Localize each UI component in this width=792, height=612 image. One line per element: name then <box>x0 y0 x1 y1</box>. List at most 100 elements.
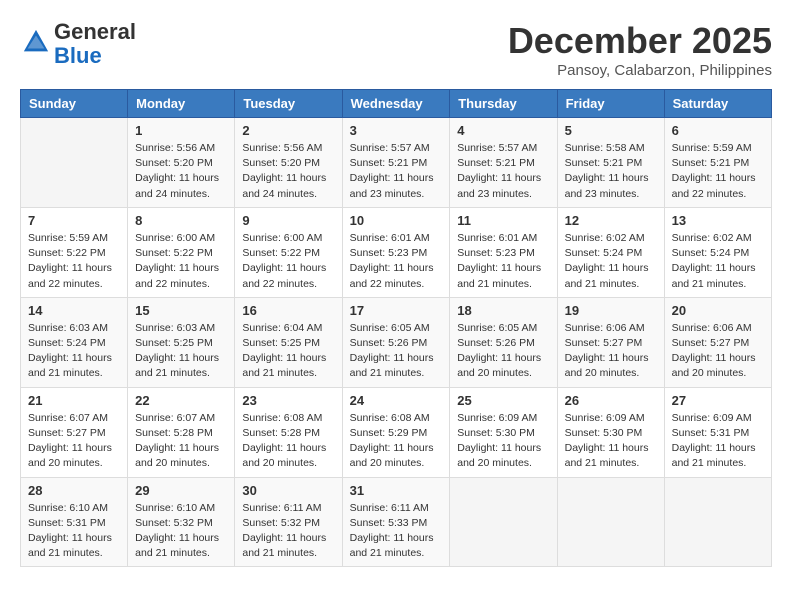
calendar-cell: 2Sunrise: 5:56 AMSunset: 5:20 PMDaylight… <box>235 118 342 208</box>
day-info: Sunrise: 6:06 AMSunset: 5:27 PMDaylight:… <box>672 321 764 382</box>
logo-icon <box>22 28 50 56</box>
calendar-cell: 3 Sunrise: 5:57 AMSunset: 5:21 PMDaylight… <box>342 118 450 208</box>
day-info: Sunrise: 6:11 AMSunset: 5:33 PMDaylight:… <box>350 501 443 562</box>
location-subtitle: Pansoy, Calabarzon, Philippines <box>508 62 772 79</box>
day-info: Sunrise: 6:04 AMSunset: 5:25 PMDaylight:… <box>242 321 334 382</box>
day-number: 25 <box>457 393 549 408</box>
day-info: Sunrise: 6:10 AMSunset: 5:32 PMDaylight:… <box>135 501 227 562</box>
calendar-cell <box>21 118 128 208</box>
day-number: 22 <box>135 393 227 408</box>
calendar-cell: 8Sunrise: 6:00 AMSunset: 5:22 PMDaylight… <box>128 207 235 297</box>
calendar-cell: 5Sunrise: 5:58 AMSunset: 5:21 PMDaylight… <box>557 118 664 208</box>
calendar-table: SundayMondayTuesdayWednesdayThursdayFrid… <box>20 89 772 567</box>
day-info: Sunrise: 5:56 AMSunset: 5:20 PMDaylight:… <box>135 141 227 202</box>
calendar-cell: 26Sunrise: 6:09 AMSunset: 5:30 PMDayligh… <box>557 387 664 477</box>
day-number: 17 <box>350 303 443 318</box>
calendar-cell: 14Sunrise: 6:03 AMSunset: 5:24 PMDayligh… <box>21 297 128 387</box>
day-info: Sunrise: 6:06 AMSunset: 5:27 PMDaylight:… <box>565 321 657 382</box>
calendar-week-row: 21 Sunrise: 6:07 AMSunset: 5:27 PMDayligh… <box>21 387 772 477</box>
calendar-cell: 23 Sunrise: 6:08 AMSunset: 5:28 PMDayligh… <box>235 387 342 477</box>
day-of-week-header: Wednesday <box>342 90 450 118</box>
calendar-week-row: 28 Sunrise: 6:10 AMSunset: 5:31 PMDayligh… <box>21 477 772 567</box>
day-number: 1 <box>135 123 227 138</box>
day-number: 10 <box>350 213 443 228</box>
day-number: 29 <box>135 483 227 498</box>
day-info: Sunrise: 6:00 AMSunset: 5:22 PMDaylight:… <box>135 231 227 292</box>
day-info: Sunrise: 6:08 AMSunset: 5:28 PMDaylight:… <box>242 411 334 472</box>
day-info: Sunrise: 6:01 AMSunset: 5:23 PMDaylight:… <box>350 231 443 292</box>
calendar-cell: 11 Sunrise: 6:01 AMSunset: 5:23 PMDayligh… <box>450 207 557 297</box>
day-info: Sunrise: 5:57 AMSunset: 5:21 PMDaylight:… <box>457 141 549 202</box>
calendar-cell <box>664 477 771 567</box>
calendar-week-row: 1 Sunrise: 5:56 AMSunset: 5:20 PMDaylight… <box>21 118 772 208</box>
title-block: December 2025 Pansoy, Calabarzon, Philip… <box>508 20 772 79</box>
day-info: Sunrise: 6:07 AMSunset: 5:28 PMDaylight:… <box>135 411 227 472</box>
day-info: Sunrise: 5:56 AMSunset: 5:20 PMDaylight:… <box>242 141 334 202</box>
day-number: 6 <box>672 123 764 138</box>
day-info: Sunrise: 6:09 AMSunset: 5:30 PMDaylight:… <box>457 411 549 472</box>
calendar-cell: 18 Sunrise: 6:05 AMSunset: 5:26 PMDayligh… <box>450 297 557 387</box>
day-number: 27 <box>672 393 764 408</box>
day-info: Sunrise: 5:57 AMSunset: 5:21 PMDaylight:… <box>350 141 443 202</box>
calendar-cell: 30 Sunrise: 6:11 AMSunset: 5:32 PMDayligh… <box>235 477 342 567</box>
calendar-cell: 19Sunrise: 6:06 AMSunset: 5:27 PMDayligh… <box>557 297 664 387</box>
calendar-cell <box>450 477 557 567</box>
day-info: Sunrise: 6:08 AMSunset: 5:29 PMDaylight:… <box>350 411 443 472</box>
day-of-week-header: Tuesday <box>235 90 342 118</box>
calendar-cell: 20Sunrise: 6:06 AMSunset: 5:27 PMDayligh… <box>664 297 771 387</box>
calendar-cell: 31 Sunrise: 6:11 AMSunset: 5:33 PMDayligh… <box>342 477 450 567</box>
calendar-cell: 9 Sunrise: 6:00 AMSunset: 5:22 PMDaylight… <box>235 207 342 297</box>
day-info: Sunrise: 6:11 AMSunset: 5:32 PMDaylight:… <box>242 501 334 562</box>
calendar-cell: 13Sunrise: 6:02 AMSunset: 5:24 PMDayligh… <box>664 207 771 297</box>
day-of-week-header: Monday <box>128 90 235 118</box>
day-number: 3 <box>350 123 443 138</box>
calendar-cell: 22 Sunrise: 6:07 AMSunset: 5:28 PMDayligh… <box>128 387 235 477</box>
calendar-cell: 1 Sunrise: 5:56 AMSunset: 5:20 PMDaylight… <box>128 118 235 208</box>
day-number: 5 <box>565 123 657 138</box>
day-info: Sunrise: 5:59 AMSunset: 5:22 PMDaylight:… <box>28 231 120 292</box>
calendar-cell: 10 Sunrise: 6:01 AMSunset: 5:23 PMDayligh… <box>342 207 450 297</box>
day-number: 31 <box>350 483 443 498</box>
calendar-cell: 6 Sunrise: 5:59 AMSunset: 5:21 PMDaylight… <box>664 118 771 208</box>
day-info: Sunrise: 6:05 AMSunset: 5:26 PMDaylight:… <box>457 321 549 382</box>
calendar-cell: 15 Sunrise: 6:03 AMSunset: 5:25 PMDayligh… <box>128 297 235 387</box>
calendar-cell: 7Sunrise: 5:59 AMSunset: 5:22 PMDaylight… <box>21 207 128 297</box>
day-of-week-header: Friday <box>557 90 664 118</box>
day-number: 26 <box>565 393 657 408</box>
day-number: 21 <box>28 393 120 408</box>
calendar-header-row: SundayMondayTuesdayWednesdayThursdayFrid… <box>21 90 772 118</box>
calendar-cell <box>557 477 664 567</box>
month-title: December 2025 <box>508 20 772 62</box>
calendar-cell: 16 Sunrise: 6:04 AMSunset: 5:25 PMDayligh… <box>235 297 342 387</box>
day-info: Sunrise: 6:00 AMSunset: 5:22 PMDaylight:… <box>242 231 334 292</box>
day-number: 14 <box>28 303 120 318</box>
calendar-cell: 17Sunrise: 6:05 AMSunset: 5:26 PMDayligh… <box>342 297 450 387</box>
calendar-cell: 12 Sunrise: 6:02 AMSunset: 5:24 PMDayligh… <box>557 207 664 297</box>
calendar-cell: 4 Sunrise: 5:57 AMSunset: 5:21 PMDaylight… <box>450 118 557 208</box>
calendar-cell: 28 Sunrise: 6:10 AMSunset: 5:31 PMDayligh… <box>21 477 128 567</box>
day-info: Sunrise: 5:59 AMSunset: 5:21 PMDaylight:… <box>672 141 764 202</box>
day-number: 12 <box>565 213 657 228</box>
day-info: Sunrise: 6:02 AMSunset: 5:24 PMDaylight:… <box>565 231 657 292</box>
day-number: 18 <box>457 303 549 318</box>
day-info: Sunrise: 6:01 AMSunset: 5:23 PMDaylight:… <box>457 231 549 292</box>
day-number: 24 <box>350 393 443 408</box>
day-info: Sunrise: 6:10 AMSunset: 5:31 PMDaylight:… <box>28 501 120 562</box>
day-number: 9 <box>242 213 334 228</box>
day-info: Sunrise: 6:03 AMSunset: 5:25 PMDaylight:… <box>135 321 227 382</box>
day-number: 30 <box>242 483 334 498</box>
calendar-cell: 25 Sunrise: 6:09 AMSunset: 5:30 PMDayligh… <box>450 387 557 477</box>
day-info: Sunrise: 6:02 AMSunset: 5:24 PMDaylight:… <box>672 231 764 292</box>
day-number: 4 <box>457 123 549 138</box>
day-info: Sunrise: 6:07 AMSunset: 5:27 PMDaylight:… <box>28 411 120 472</box>
day-of-week-header: Saturday <box>664 90 771 118</box>
page-header: General Blue December 2025 Pansoy, Calab… <box>20 20 772 79</box>
calendar-cell: 27Sunrise: 6:09 AMSunset: 5:31 PMDayligh… <box>664 387 771 477</box>
day-number: 16 <box>242 303 334 318</box>
day-number: 23 <box>242 393 334 408</box>
day-of-week-header: Thursday <box>450 90 557 118</box>
day-number: 15 <box>135 303 227 318</box>
day-number: 28 <box>28 483 120 498</box>
calendar-cell: 24 Sunrise: 6:08 AMSunset: 5:29 PMDayligh… <box>342 387 450 477</box>
day-number: 11 <box>457 213 549 228</box>
